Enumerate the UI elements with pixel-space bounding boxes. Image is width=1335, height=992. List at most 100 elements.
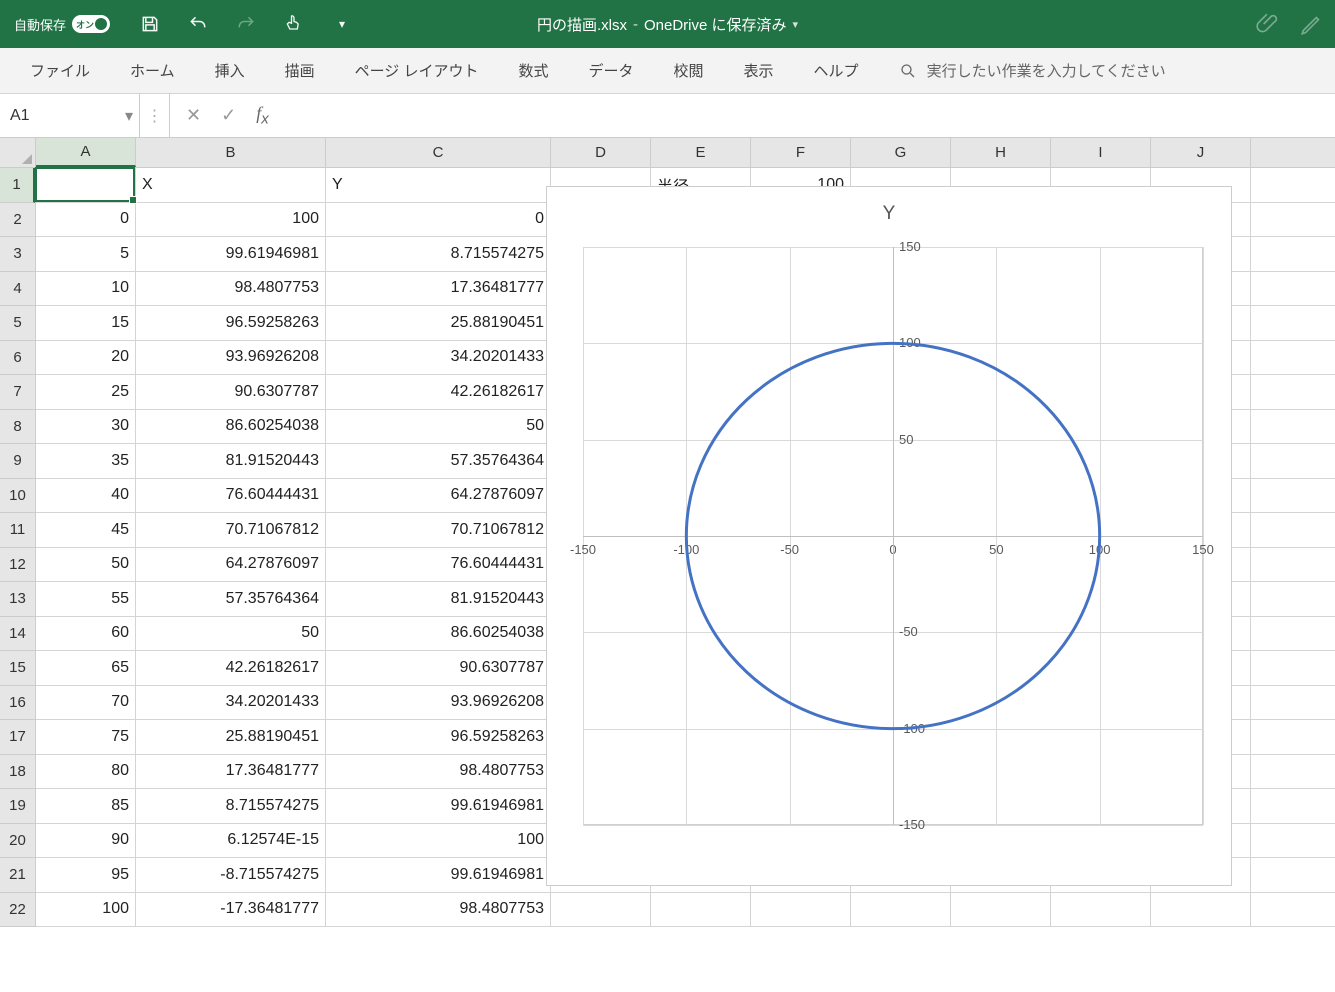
cell-C15[interactable]: 90.6307787 xyxy=(326,651,551,685)
cell-A20[interactable]: 90 xyxy=(36,824,136,858)
col-header-I[interactable]: I xyxy=(1051,138,1151,167)
row-header-19[interactable]: 19 xyxy=(0,789,35,824)
ribbon-tab-ファイル[interactable]: ファイル xyxy=(10,48,110,93)
ribbon-tab-数式[interactable]: 数式 xyxy=(498,48,568,93)
cell-C14[interactable]: 86.60254038 xyxy=(326,617,551,651)
column-headers[interactable]: ABCDEFGHIJ xyxy=(36,138,1335,168)
col-header-H[interactable]: H xyxy=(951,138,1051,167)
row-header-3[interactable]: 3 xyxy=(0,237,35,272)
cell-C4[interactable]: 17.36481777 xyxy=(326,272,551,306)
cell-A9[interactable]: 35 xyxy=(36,444,136,478)
row-header-13[interactable]: 13 xyxy=(0,582,35,617)
cell-C12[interactable]: 76.60444431 xyxy=(326,548,551,582)
cell-I22[interactable] xyxy=(1051,893,1151,927)
cell-B9[interactable]: 81.91520443 xyxy=(136,444,326,478)
undo-icon[interactable] xyxy=(188,14,208,34)
chart-series-circle[interactable] xyxy=(686,343,1099,728)
cell-C8[interactable]: 50 xyxy=(326,410,551,444)
redo-icon[interactable] xyxy=(236,14,256,34)
toggle-switch[interactable]: オン xyxy=(72,15,110,33)
ribbon-tab-校閲[interactable]: 校閲 xyxy=(654,48,724,93)
col-header-F[interactable]: F xyxy=(751,138,851,167)
cell-A7[interactable]: 25 xyxy=(36,375,136,409)
row-header-1[interactable]: 1 xyxy=(0,168,35,203)
cell-B21[interactable]: -8.715574275 xyxy=(136,858,326,892)
cell-C10[interactable]: 64.27876097 xyxy=(326,479,551,513)
row-header-12[interactable]: 12 xyxy=(0,548,35,583)
cell-A11[interactable]: 45 xyxy=(36,513,136,547)
cell-C18[interactable]: 98.4807753 xyxy=(326,755,551,789)
cell-C5[interactable]: 25.88190451 xyxy=(326,306,551,340)
cell-B3[interactable]: 99.61946981 xyxy=(136,237,326,271)
embedded-chart[interactable]: Y -150-100-50050100150-150-100-505010015… xyxy=(546,186,1232,886)
row-header-5[interactable]: 5 xyxy=(0,306,35,341)
cell-B10[interactable]: 76.60444431 xyxy=(136,479,326,513)
col-header-A[interactable]: A xyxy=(36,138,136,167)
cell-B2[interactable]: 100 xyxy=(136,203,326,237)
row-header-6[interactable]: 6 xyxy=(0,341,35,376)
ribbon-tab-データ[interactable]: データ xyxy=(569,48,654,93)
cell-B8[interactable]: 86.60254038 xyxy=(136,410,326,444)
col-header-G[interactable]: G xyxy=(851,138,951,167)
cell-B18[interactable]: 17.36481777 xyxy=(136,755,326,789)
cell-A15[interactable]: 65 xyxy=(36,651,136,685)
col-header-E[interactable]: E xyxy=(651,138,751,167)
cell-A5[interactable]: 15 xyxy=(36,306,136,340)
cell-C3[interactable]: 8.715574275 xyxy=(326,237,551,271)
cell-B22[interactable]: -17.36481777 xyxy=(136,893,326,927)
row-header-14[interactable]: 14 xyxy=(0,617,35,652)
autosave-toggle[interactable]: 自動保存 オン xyxy=(14,15,110,34)
chevron-down-icon[interactable]: ▾ xyxy=(125,94,133,137)
row-header-4[interactable]: 4 xyxy=(0,272,35,307)
cell-J22[interactable] xyxy=(1151,893,1251,927)
cancel-icon[interactable]: ✕ xyxy=(186,105,201,126)
cell-B7[interactable]: 90.6307787 xyxy=(136,375,326,409)
save-icon[interactable] xyxy=(140,14,160,34)
cell-B15[interactable]: 42.26182617 xyxy=(136,651,326,685)
cell-C7[interactable]: 42.26182617 xyxy=(326,375,551,409)
name-box[interactable]: ▾ xyxy=(0,94,140,137)
select-all-triangle[interactable] xyxy=(0,138,36,168)
cell-A2[interactable]: 0 xyxy=(36,203,136,237)
cell-A18[interactable]: 80 xyxy=(36,755,136,789)
row-header-16[interactable]: 16 xyxy=(0,686,35,721)
name-box-input[interactable] xyxy=(10,107,129,125)
fx-icon[interactable]: fx xyxy=(256,103,269,128)
cell-A22[interactable]: 100 xyxy=(36,893,136,927)
cell-B12[interactable]: 64.27876097 xyxy=(136,548,326,582)
cell-A3[interactable]: 5 xyxy=(36,237,136,271)
touch-mode-icon[interactable] xyxy=(284,14,304,34)
cell-A8[interactable]: 30 xyxy=(36,410,136,444)
tell-me-search[interactable]: 実行したい作業を入力してください xyxy=(899,60,1166,81)
col-header-D[interactable]: D xyxy=(551,138,651,167)
formula-input[interactable] xyxy=(285,94,1335,137)
worksheet-grid[interactable]: ABCDEFGHIJ 12345678910111213141516171819… xyxy=(0,138,1335,992)
cell-H22[interactable] xyxy=(951,893,1051,927)
cell-C22[interactable]: 98.4807753 xyxy=(326,893,551,927)
cell-B11[interactable]: 70.71067812 xyxy=(136,513,326,547)
ribbon-tab-描画[interactable]: 描画 xyxy=(265,48,335,93)
cell-A19[interactable]: 85 xyxy=(36,789,136,823)
cell-A10[interactable]: 40 xyxy=(36,479,136,513)
cell-B6[interactable]: 93.96926208 xyxy=(136,341,326,375)
ribbon-tab-ページ レイアウト[interactable]: ページ レイアウト xyxy=(335,48,499,93)
cell-E22[interactable] xyxy=(651,893,751,927)
row-header-11[interactable]: 11 xyxy=(0,513,35,548)
row-header-9[interactable]: 9 xyxy=(0,444,35,479)
qat-dropdown-icon[interactable]: ▾ xyxy=(332,14,352,34)
cell-C16[interactable]: 93.96926208 xyxy=(326,686,551,720)
cell-A21[interactable]: 95 xyxy=(36,858,136,892)
cell-B17[interactable]: 25.88190451 xyxy=(136,720,326,754)
cell-B19[interactable]: 8.715574275 xyxy=(136,789,326,823)
cell-D22[interactable] xyxy=(551,893,651,927)
row-headers[interactable]: 12345678910111213141516171819202122 xyxy=(0,168,36,927)
cell-C9[interactable]: 57.35764364 xyxy=(326,444,551,478)
cell-C21[interactable]: 99.61946981 xyxy=(326,858,551,892)
chevron-down-icon[interactable]: ▾ xyxy=(793,18,799,31)
cell-B16[interactable]: 34.20201433 xyxy=(136,686,326,720)
ribbon-tab-ホーム[interactable]: ホーム xyxy=(110,48,195,93)
cell-B13[interactable]: 57.35764364 xyxy=(136,582,326,616)
row-header-7[interactable]: 7 xyxy=(0,375,35,410)
row-header-22[interactable]: 22 xyxy=(0,893,35,928)
cell-B20[interactable]: 6.12574E-15 xyxy=(136,824,326,858)
